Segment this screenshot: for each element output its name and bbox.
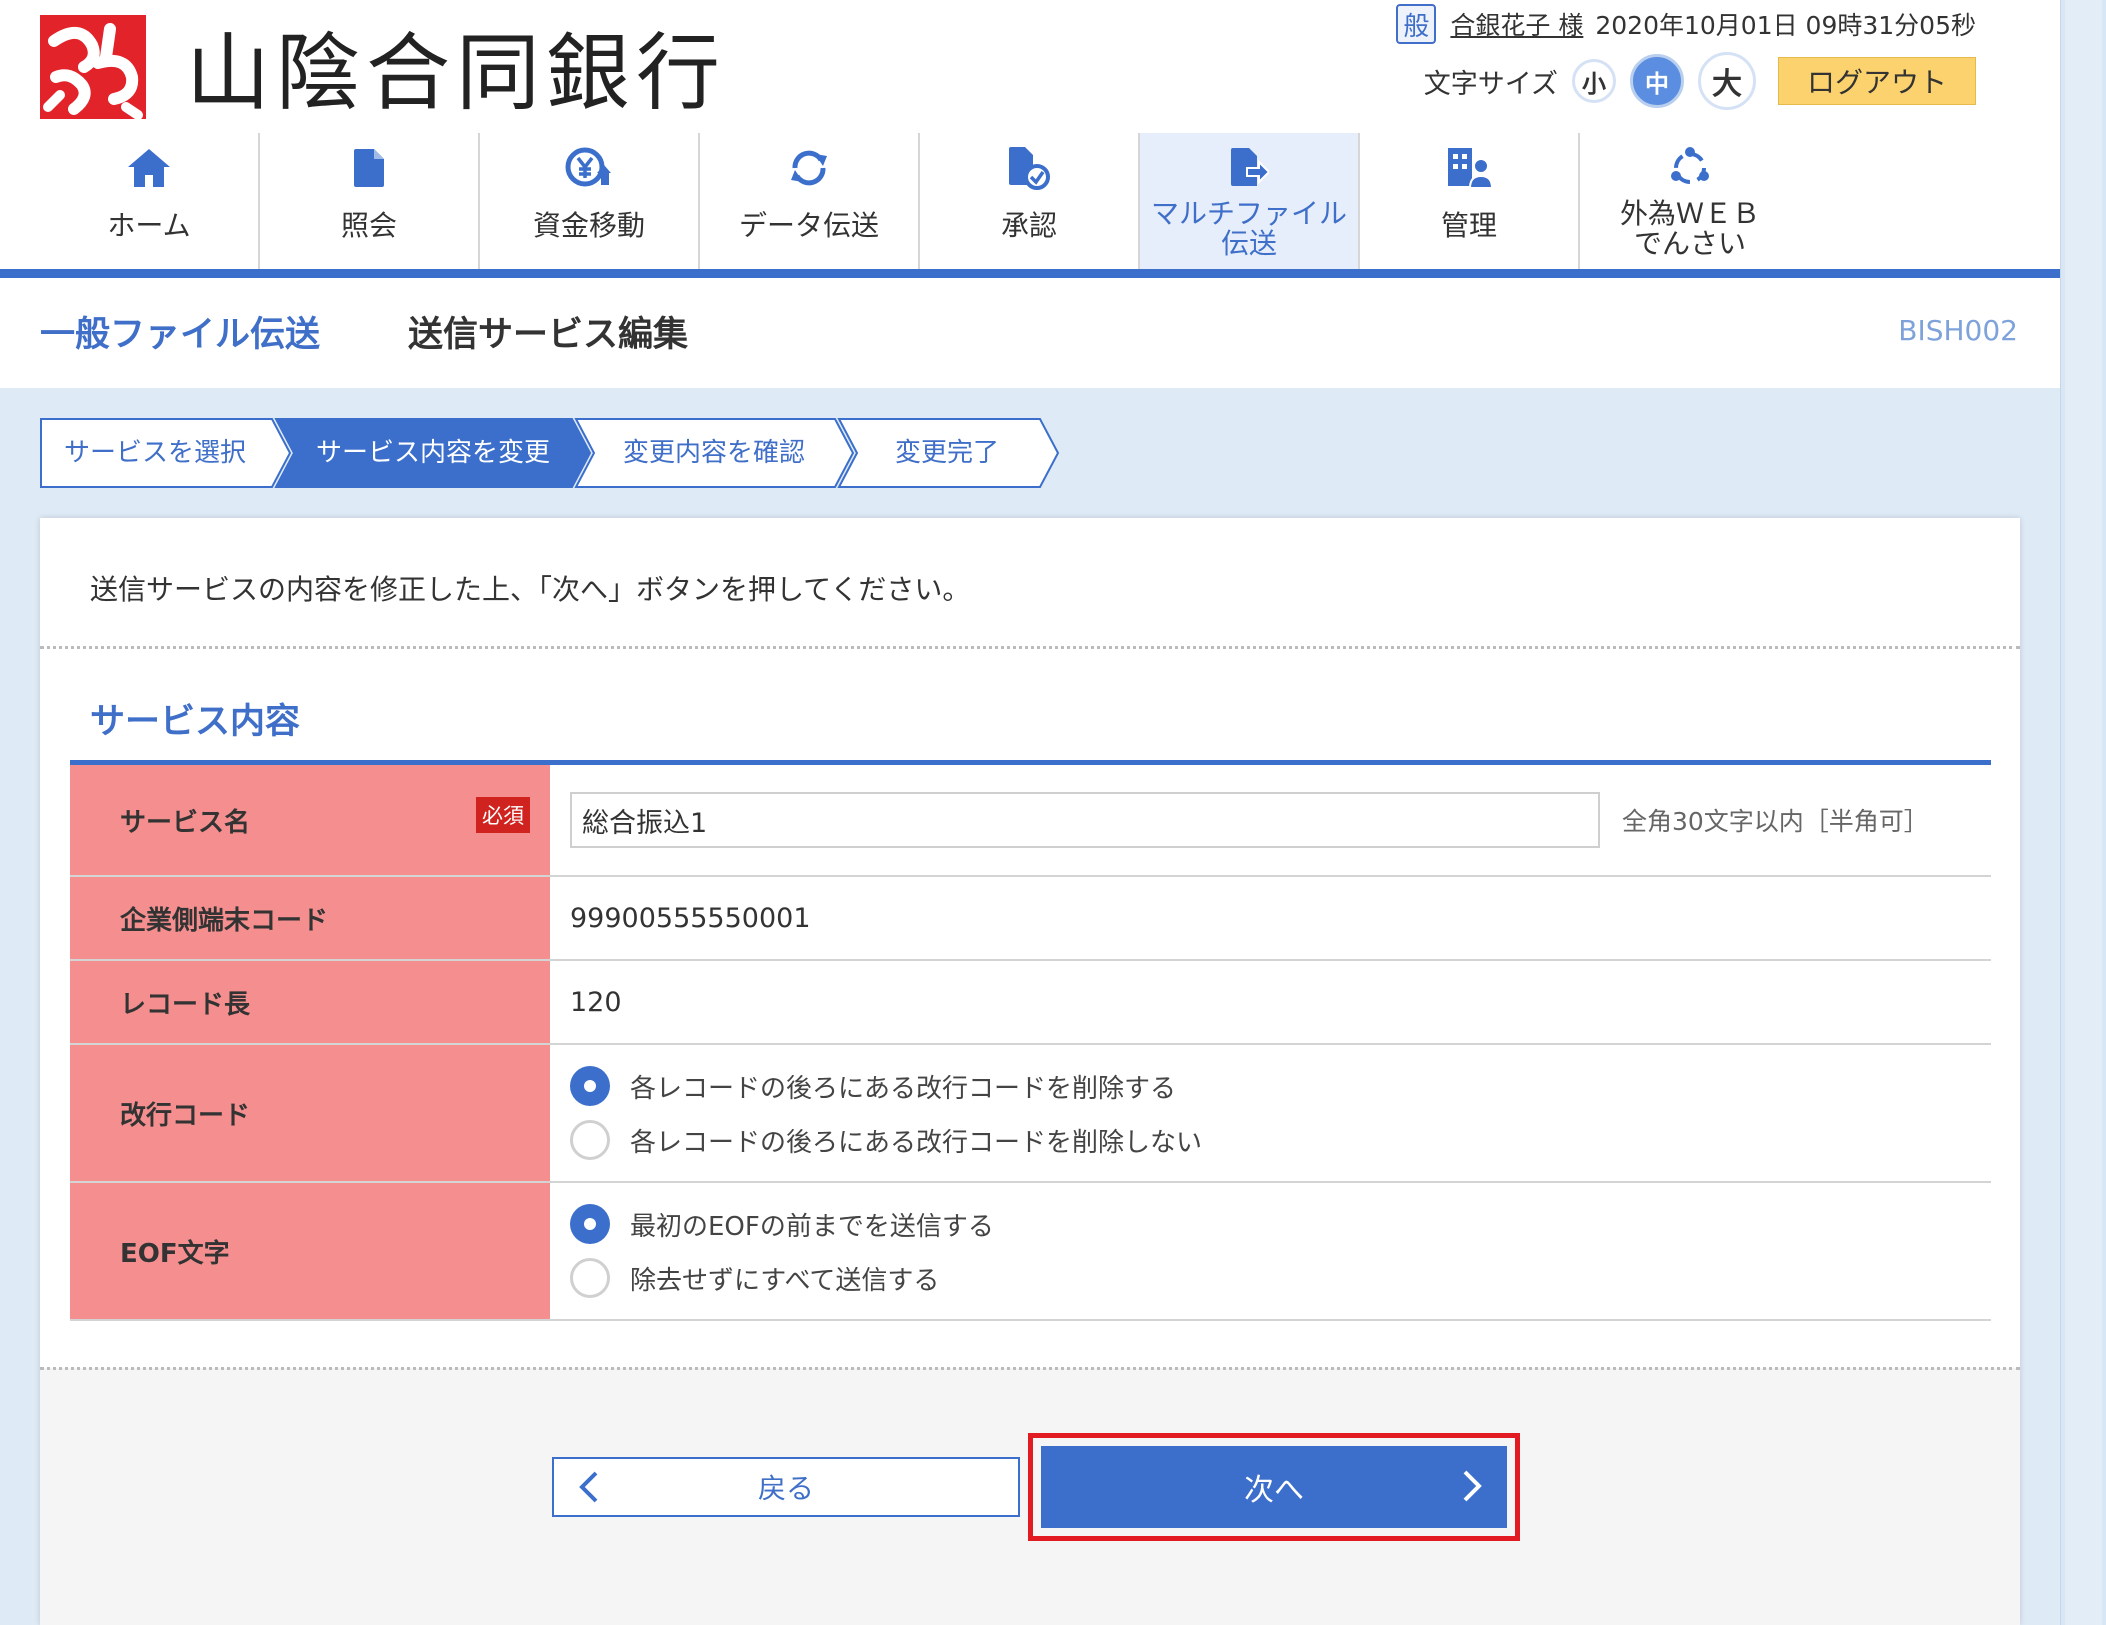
nav-label-admin: 管理 xyxy=(1440,209,1497,242)
next-button[interactable]: 次へ xyxy=(1041,1446,1507,1528)
vertical-scrollbar[interactable] xyxy=(2060,0,2106,1625)
header-divider xyxy=(0,269,2060,278)
newline-code-options: 各レコードの後ろにある改行コードを削除する 各レコードの後ろにある改行コードを削… xyxy=(550,1045,1991,1181)
login-datetime: 2020年10月01日 09時31分05秒 xyxy=(1595,11,1976,40)
bank-logo[interactable]: 山陰合同銀行 xyxy=(40,6,726,127)
nav-label-home: ホーム xyxy=(107,209,191,242)
scrollbar-thumb[interactable] xyxy=(2065,0,2102,1625)
header: 山陰合同銀行 般 合銀花子 様 2020年10月01日 09時31分05秒 文字… xyxy=(0,0,2060,270)
nav-label-forex-line1: 外為ＷＥＢ xyxy=(1619,197,1760,230)
page-title: 送信サービス編集 xyxy=(408,315,689,355)
form-label-service-name: サービス名 必須 xyxy=(70,765,550,875)
eof-option-send-all-label: 除去せずにすべて送信する xyxy=(630,1265,940,1296)
radio-button-unselected[interactable] xyxy=(570,1120,610,1160)
nav-item-home[interactable]: ホーム xyxy=(40,133,260,270)
newline-option-keep[interactable]: 各レコードの後ろにある改行コードを削除しない xyxy=(570,1113,1202,1167)
form-row-eof-char: EOF文字 最初のEOFの前までを送信する 除去せずにすべて送信する xyxy=(70,1183,1991,1321)
nav-label-inquiry: 照会 xyxy=(340,209,397,242)
nav-item-data-transmission[interactable]: データ伝送 xyxy=(700,133,920,270)
yen-transfer-icon xyxy=(564,143,614,193)
radio-button-unselected[interactable] xyxy=(570,1258,610,1298)
form-label-newline-code: 改行コード xyxy=(70,1045,550,1181)
user-type-badge: 般 xyxy=(1396,4,1437,44)
section-title: サービス内容 xyxy=(90,702,301,742)
service-form: サービス名 必須 全角30文字以内［半角可］ 企業側端末コード 99900555… xyxy=(70,765,1991,1321)
chevron-right-icon xyxy=(1461,1468,1485,1512)
eof-option-until-first-label: 最初のEOFの前までを送信する xyxy=(630,1211,994,1242)
eof-option-until-first[interactable]: 最初のEOFの前までを送信する xyxy=(570,1197,994,1251)
divider xyxy=(40,1367,2020,1370)
nav-label-multi-file-line1: マルチファイル xyxy=(1150,197,1347,230)
form-row-service-name: サービス名 必須 全角30文字以内［半角可］ xyxy=(70,765,1991,877)
page-category-title: 一般ファイル伝送 xyxy=(40,315,321,355)
nav-item-multi-file-transfer[interactable]: マルチファイル 伝送 xyxy=(1140,133,1360,270)
eof-char-radio-group: 最初のEOFの前までを送信する 除去せずにすべて送信する xyxy=(570,1197,994,1305)
nav-label-fund-transfer: 資金移動 xyxy=(532,209,645,242)
form-label-record-length: レコード長 xyxy=(70,961,550,1043)
form-row-newline-code: 改行コード 各レコードの後ろにある改行コードを削除する 各レコードの後ろにある改… xyxy=(70,1045,1991,1183)
global-nav: ホーム 照会 資金移動 データ伝送 承認 マルチファイル 伝送 管理 外為ＷＥＢ… xyxy=(40,133,1800,270)
eof-option-send-all[interactable]: 除去せずにすべて送信する xyxy=(570,1251,994,1305)
font-size-medium-button[interactable]: 中 xyxy=(1630,54,1684,108)
form-row-terminal-code: 企業側端末コード 99900555550001 xyxy=(70,877,1991,961)
admin-icon xyxy=(1444,143,1494,193)
terminal-code-value: 99900555550001 xyxy=(570,902,811,934)
back-button[interactable]: 戻る xyxy=(552,1457,1020,1517)
record-length-value: 120 xyxy=(570,986,622,1018)
step-complete: 変更完了 xyxy=(894,438,999,468)
step-select-service: サービスを選択 xyxy=(63,438,246,468)
label-text-service-name: サービス名 xyxy=(120,807,251,838)
chevron-left-icon xyxy=(576,1469,600,1512)
nav-item-inquiry[interactable]: 照会 xyxy=(260,133,480,270)
logout-button[interactable]: ログアウト xyxy=(1778,57,1976,105)
content-card: 送信サービスの内容を修正した上、「次へ」ボタンを押してください。 サービス内容 … xyxy=(40,518,2020,1625)
instruction-text: 送信サービスの内容を修正した上、「次へ」ボタンを押してください。 xyxy=(90,573,971,606)
bank-logo-mark-icon xyxy=(40,14,146,119)
back-button-label: 戻る xyxy=(757,1472,814,1505)
nav-label-approval: 承認 xyxy=(1000,209,1057,242)
eof-char-options: 最初のEOFの前までを送信する 除去せずにすべて送信する xyxy=(550,1183,1991,1319)
nav-item-admin[interactable]: 管理 xyxy=(1360,133,1580,270)
user-info: 般 合銀花子 様 2020年10月01日 09時31分05秒 xyxy=(1396,4,1976,44)
radio-button-selected[interactable] xyxy=(570,1066,610,1106)
nav-item-fund-transfer[interactable]: 資金移動 xyxy=(480,133,700,270)
step-edit-service-current: サービス内容を変更 xyxy=(315,438,550,468)
form-label-terminal-code: 企業側端末コード xyxy=(70,877,550,959)
divider xyxy=(40,646,2020,649)
document-icon xyxy=(344,143,394,193)
next-button-highlight: 次へ xyxy=(1028,1433,1520,1541)
forex-icon xyxy=(1665,143,1715,193)
font-size-label: 文字サイズ xyxy=(1423,68,1558,100)
service-name-input[interactable] xyxy=(570,792,1600,848)
nav-label-data-transmission: データ伝送 xyxy=(738,209,879,242)
required-badge: 必須 xyxy=(476,797,530,833)
form-row-record-length: レコード長 120 xyxy=(70,961,1991,1045)
nav-item-approval[interactable]: 承認 xyxy=(920,133,1140,270)
file-transfer-icon xyxy=(1224,143,1274,193)
newline-option-delete[interactable]: 各レコードの後ろにある改行コードを削除する xyxy=(570,1059,1202,1113)
screen-id: BISH002 xyxy=(1898,314,2018,347)
home-icon xyxy=(124,143,174,193)
page: 山陰合同銀行 般 合銀花子 様 2020年10月01日 09時31分05秒 文字… xyxy=(0,0,2060,1625)
approve-icon xyxy=(1004,143,1054,193)
radio-button-selected[interactable] xyxy=(570,1204,610,1244)
service-name-hint: 全角30文字以内［半角可］ xyxy=(1622,807,1929,836)
font-size-large-button[interactable]: 大 xyxy=(1698,52,1756,110)
step-confirm-changes: 変更内容を確認 xyxy=(622,438,805,468)
font-size-selector: 文字サイズ 小 中 大 ログアウト xyxy=(1424,52,1976,110)
form-label-eof-char: EOF文字 xyxy=(70,1183,550,1319)
title-bar: 一般ファイル伝送 送信サービス編集 BISH002 xyxy=(0,278,2060,388)
nav-item-forex-densai[interactable]: 外為ＷＥＢ でんさい xyxy=(1580,133,1800,270)
nav-label-forex-line2: でんさい xyxy=(1633,227,1746,260)
next-button-label: 次へ xyxy=(1244,1473,1304,1508)
user-name-link[interactable]: 合銀花子 様 xyxy=(1450,6,1583,42)
sync-icon xyxy=(784,143,834,193)
form-value-service-name: 全角30文字以内［半角可］ xyxy=(550,765,1991,875)
font-size-small-button[interactable]: 小 xyxy=(1572,59,1616,103)
newline-option-delete-label: 各レコードの後ろにある改行コードを削除する xyxy=(630,1073,1177,1104)
newline-code-radio-group: 各レコードの後ろにある改行コードを削除する 各レコードの後ろにある改行コードを削… xyxy=(570,1059,1202,1167)
newline-option-keep-label: 各レコードの後ろにある改行コードを削除しない xyxy=(630,1127,1203,1158)
bank-name: 山陰合同銀行 xyxy=(186,24,727,122)
nav-label-multi-file-line2: 伝送 xyxy=(1220,227,1277,260)
